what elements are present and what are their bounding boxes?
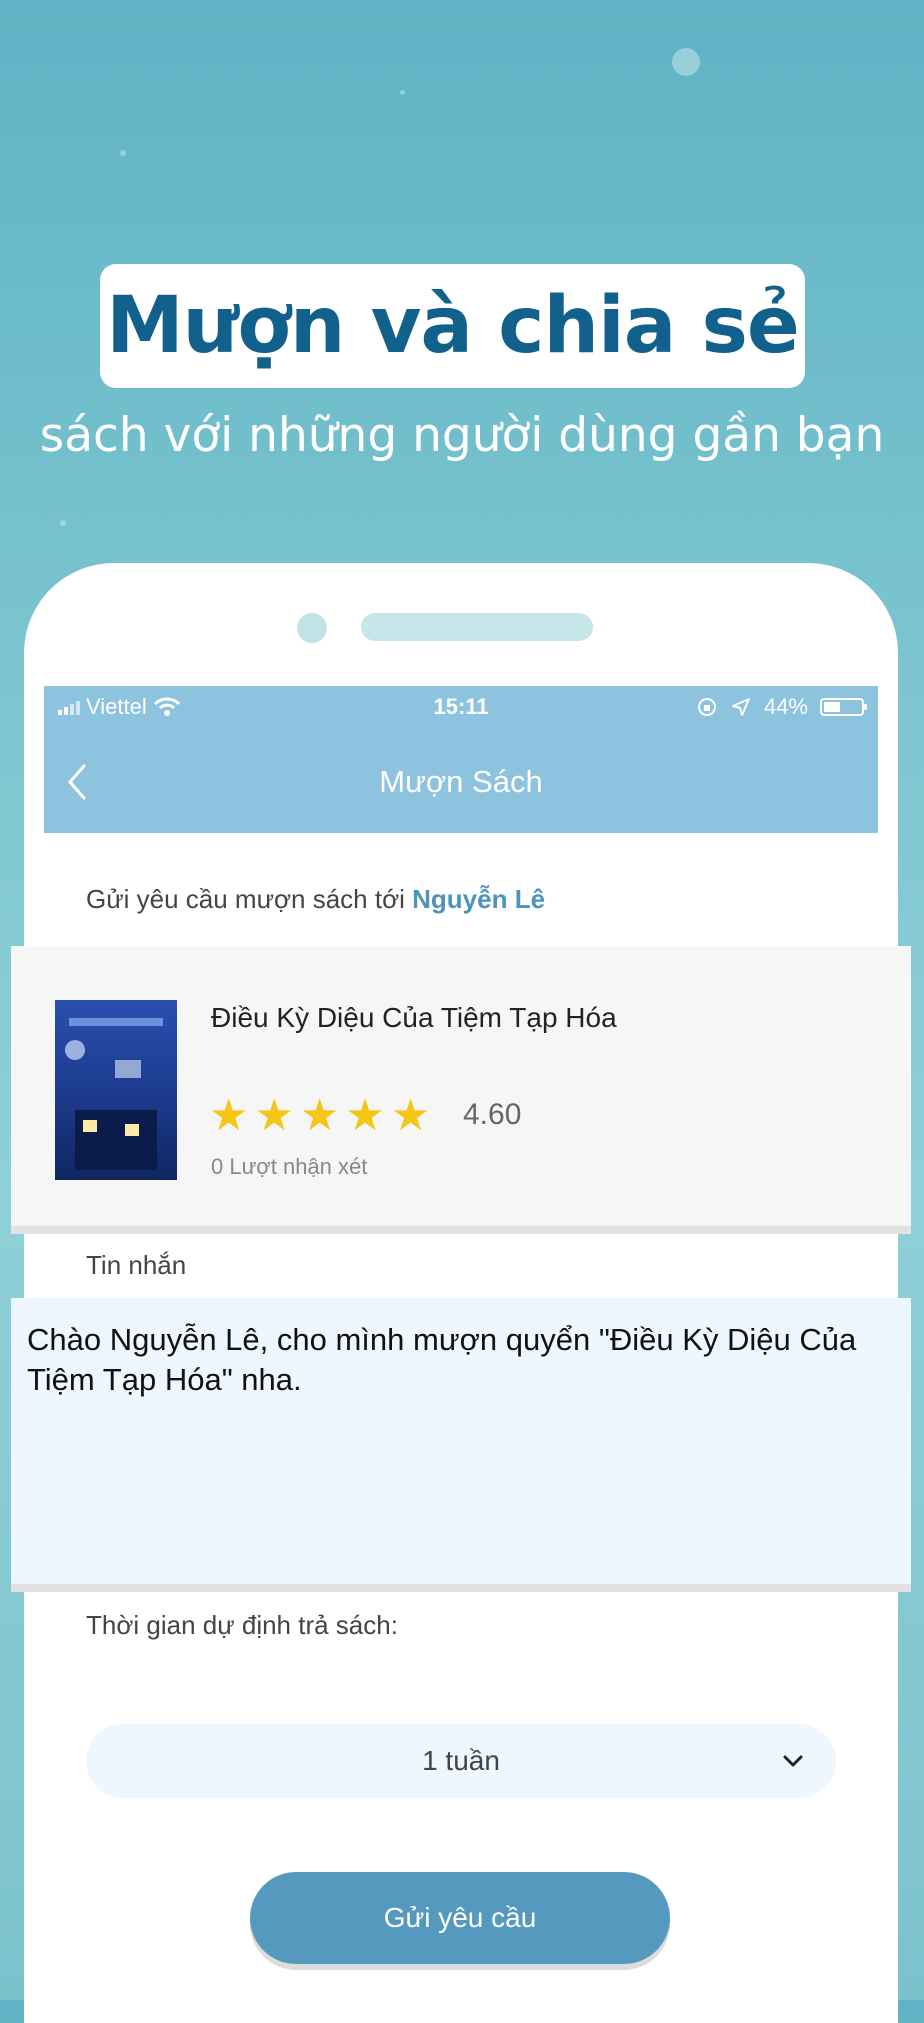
return-time-select[interactable]: 1 tuần	[86, 1724, 836, 1798]
book-title: Điều Kỳ Diệu Của Tiệm Tạp Hóa	[211, 1002, 617, 1033]
background-sparkle	[60, 520, 66, 526]
location-icon	[731, 698, 750, 716]
star-icon: ★	[254, 1091, 294, 1140]
battery-icon	[820, 698, 867, 716]
page-title: Mượn Sách	[379, 764, 543, 799]
request-recipient-line: Gửi yêu cầu mượn sách tới Nguyễn Lê	[86, 884, 545, 915]
status-right: 44%	[696, 694, 867, 720]
headline-subtitle: sách với những người dùng gần bạn	[39, 408, 885, 463]
phone-speaker	[361, 613, 593, 641]
headline-title: Mượn và chia sẻ	[106, 281, 800, 371]
star-icon: ★	[299, 1091, 340, 1140]
return-time-value: 1 tuần	[422, 1745, 500, 1776]
message-textarea[interactable]: Chào Nguyễn Lê, cho mình mượn quyển "Điề…	[11, 1298, 911, 1592]
recipient-name[interactable]: Nguyễn Lê	[412, 884, 545, 914]
battery-percent: 44%	[763, 694, 808, 719]
send-request-button[interactable]: Gửi yêu cầu	[250, 1872, 670, 1964]
chevron-down-icon	[783, 1755, 803, 1767]
background-sparkle	[400, 90, 405, 95]
background-sparkle	[120, 150, 126, 156]
rating-value: 4.60	[463, 1098, 522, 1131]
phone-camera	[297, 613, 327, 643]
star-icon: ★	[390, 1091, 431, 1140]
star-icon: ★	[209, 1091, 249, 1140]
book-cover-image	[55, 1000, 177, 1180]
rating-stars: ★ ★ ★ ★ ★	[209, 1094, 430, 1138]
app-header: Viettel 15:11 44% Mượn Sách	[44, 686, 878, 833]
headline-title-box: Mượn và chia sẻ	[100, 264, 805, 388]
status-bar: Viettel 15:11 44%	[44, 686, 878, 726]
message-label: Tin nhắn	[86, 1250, 187, 1280]
rotation-lock-icon	[697, 698, 716, 716]
return-time-label: Thời gian dự định trả sách:	[86, 1610, 398, 1640]
book-card[interactable]: Điều Kỳ Diệu Của Tiệm Tạp Hóa ★ ★ ★ ★ ★ …	[11, 946, 911, 1234]
review-count: 0 Lượt nhận xét	[211, 1154, 368, 1179]
message-text[interactable]: Chào Nguyễn Lê, cho mình mượn quyển "Điề…	[27, 1320, 897, 1400]
request-prefix: Gửi yêu cầu mượn sách tới	[86, 884, 405, 914]
background-sparkle	[672, 48, 700, 76]
star-icon: ★	[345, 1091, 385, 1140]
